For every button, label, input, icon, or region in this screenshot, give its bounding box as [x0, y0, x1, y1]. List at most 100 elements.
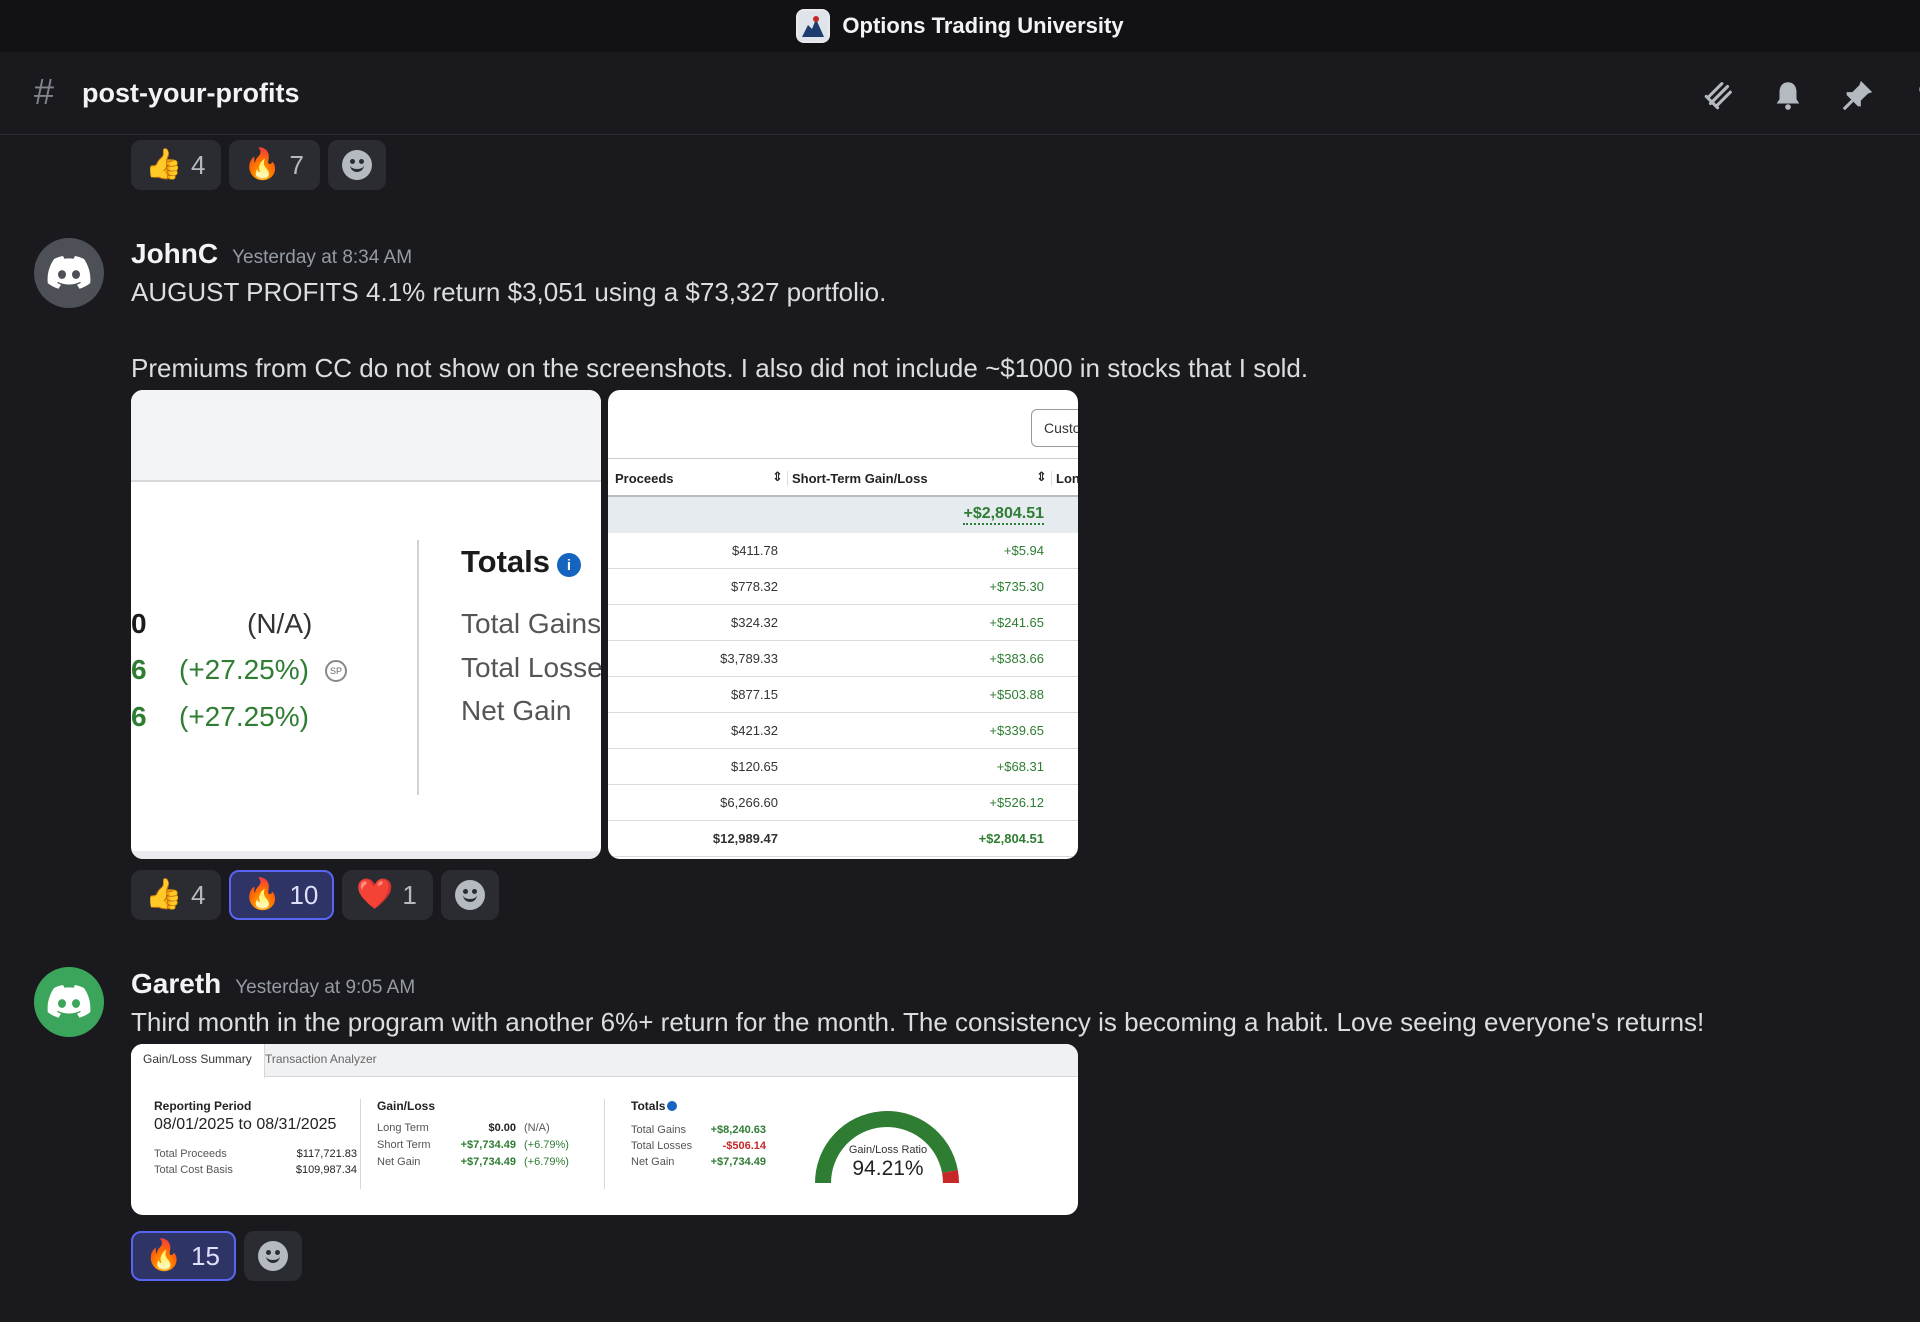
- divider: [604, 1099, 605, 1189]
- sort-icon: ⇕: [1036, 469, 1047, 484]
- attachment-image-gain-loss-summary[interactable]: Gain/Loss Summary Transaction Analyzer R…: [131, 1044, 1078, 1215]
- message-text: Premiums from CC do not show on the scre…: [131, 353, 1309, 383]
- thumbs-up-icon: 👍: [145, 878, 183, 911]
- reaction-count: 10: [289, 879, 319, 910]
- percent-cell: (+27.25%): [179, 654, 309, 685]
- tab-gain-loss-summary: Gain/Loss Summary: [131, 1044, 265, 1078]
- proceeds-cell: $411.78: [731, 543, 778, 558]
- message-reactions: 🔥 15: [131, 1231, 302, 1281]
- reaction-count: 15: [191, 1240, 220, 1271]
- reaction-fire[interactable]: 🔥 10: [229, 870, 335, 920]
- reaction-heart[interactable]: ❤️ 1: [342, 870, 433, 920]
- net-gain-label: Net Gain: [631, 1156, 675, 1168]
- thumbs-up-icon: 👍: [145, 148, 183, 181]
- reaction-fire[interactable]: 🔥 7: [229, 140, 320, 190]
- discord-logo-icon: [47, 985, 91, 1018]
- proceeds-cell: $778.32: [731, 579, 778, 594]
- divider: [360, 1099, 361, 1189]
- totals-label: Total Losse: [461, 652, 601, 683]
- proceeds-cell: $877.15: [731, 687, 778, 702]
- totals-label: Total Gains: [461, 608, 601, 639]
- summary-total: +$2,804.51: [963, 505, 1044, 525]
- total-proceeds: $12,989.47: [712, 831, 778, 846]
- reaction-count: 4: [191, 149, 206, 180]
- reaction-count: 4: [191, 879, 206, 910]
- net-gain-label: Net Gain: [377, 1156, 421, 1168]
- member-list-icon[interactable]: [1908, 78, 1920, 112]
- tab-transaction-analyzer: Transaction Analyzer: [265, 1052, 377, 1066]
- message-timestamp: Yesterday at 9:05 AM: [235, 977, 416, 998]
- info-icon: i: [557, 553, 581, 577]
- totals-label: Net Gain: [461, 695, 572, 726]
- total-cost-value: $109,987.34: [295, 1164, 357, 1176]
- table-row: $6,266.60 +$526.12: [608, 785, 1078, 821]
- fire-icon: 🔥: [243, 148, 281, 181]
- reaction-count: 7: [289, 149, 304, 180]
- heart-icon: ❤️: [356, 878, 394, 911]
- pin-icon[interactable]: [1841, 78, 1875, 112]
- table-row: $778.32 +$735.30: [608, 569, 1078, 605]
- reporting-period-value: 08/01/2025 to 08/31/2025: [154, 1116, 337, 1133]
- title-bar: Options Trading University: [0, 0, 1920, 52]
- message-header: Gareth Yesterday at 9:05 AM: [131, 968, 415, 1000]
- author-name[interactable]: Gareth: [131, 968, 221, 1000]
- total-proceeds-label: Total Proceeds: [154, 1148, 227, 1160]
- totals-title: Totals: [631, 1099, 666, 1113]
- total-gains-label: Total Gains: [631, 1124, 687, 1136]
- table-row: $421.32 +$339.65: [608, 713, 1078, 749]
- percent-cell: (N/A): [247, 608, 313, 639]
- bell-icon[interactable]: [1771, 78, 1805, 112]
- total-proceeds-value: $117,721.83: [296, 1148, 357, 1160]
- header-long: Long: [1051, 471, 1078, 486]
- totals-title: Totals: [461, 544, 550, 579]
- total-gains-value: +$8,240.63: [710, 1124, 766, 1136]
- proceeds-cell: $421.32: [731, 723, 778, 738]
- author-name[interactable]: JohnC: [131, 238, 218, 270]
- attachment-image-gain-summary[interactable]: 0 6 6 (N/A) (+27.25%) SP (+27.25%) Total…: [131, 390, 601, 859]
- channel-name: post-your-profits: [82, 78, 300, 108]
- proceeds-cell: $120.65: [731, 759, 778, 774]
- add-reaction-button[interactable]: [243, 1231, 302, 1281]
- short-term-pct: (+6.79%): [524, 1139, 569, 1151]
- attachment-image-gain-table[interactable]: Custo Proceeds ⇕ Short-Term Gain/Loss ⇕ …: [608, 390, 1078, 859]
- reaction-count: 1: [402, 879, 417, 910]
- add-reaction-smiley-icon: [257, 1241, 288, 1271]
- server-title: Options Trading University: [842, 13, 1124, 38]
- message-text: Third month in the program with another …: [131, 1007, 1705, 1037]
- short-term-label: Short Term: [377, 1139, 431, 1151]
- add-reaction-smiley-icon: [341, 150, 372, 180]
- custom-button: Custo: [1031, 409, 1078, 447]
- short-term-gain-cell: +$383.66: [989, 651, 1044, 666]
- threads-icon[interactable]: [1702, 78, 1736, 112]
- channel-header: # post-your-profits: [0, 52, 1920, 135]
- sort-icon: ⇕: [772, 469, 783, 484]
- proceeds-cell: $324.32: [731, 615, 778, 630]
- image-footer-band: [131, 851, 601, 859]
- header-proceeds: Proceeds: [615, 471, 674, 486]
- avatar[interactable]: [34, 238, 104, 308]
- message-reactions: 👍 4 🔥 10 ❤️ 1: [131, 870, 499, 920]
- server-icon: [796, 9, 831, 43]
- info-icon: [667, 1101, 677, 1111]
- reaction-thumbs-up[interactable]: 👍 4: [131, 140, 222, 190]
- fire-icon: 🔥: [145, 1239, 183, 1272]
- table-row: $3,789.33 +$383.66: [608, 641, 1078, 677]
- net-gain-value: +$7,734.49: [710, 1156, 766, 1168]
- previous-message-reactions: 👍 4 🔥 7: [131, 140, 386, 190]
- table-row: $324.32 +$241.65: [608, 605, 1078, 641]
- short-term-gain-cell: +$526.12: [989, 795, 1044, 810]
- add-reaction-button[interactable]: [327, 140, 386, 190]
- proceeds-cell: $3,789.33: [720, 651, 778, 666]
- total-losses-label: Total Losses: [631, 1140, 693, 1152]
- gauge-value: 94.21%: [852, 1157, 924, 1180]
- reaction-thumbs-up[interactable]: 👍 4: [131, 870, 222, 920]
- gain-loss-title: Gain/Loss: [377, 1099, 436, 1113]
- reaction-fire[interactable]: 🔥 15: [131, 1231, 236, 1281]
- add-reaction-button[interactable]: [440, 870, 499, 920]
- short-term-gain-cell: +$339.65: [989, 723, 1044, 738]
- table-header: Proceeds ⇕ Short-Term Gain/Loss ⇕ Long: [608, 458, 1078, 497]
- proceeds-cell: $6,266.60: [720, 795, 778, 810]
- avatar[interactable]: [34, 967, 104, 1037]
- total-losses-value: -$506.14: [722, 1140, 766, 1152]
- table-row: $120.65 +$68.31: [608, 749, 1078, 785]
